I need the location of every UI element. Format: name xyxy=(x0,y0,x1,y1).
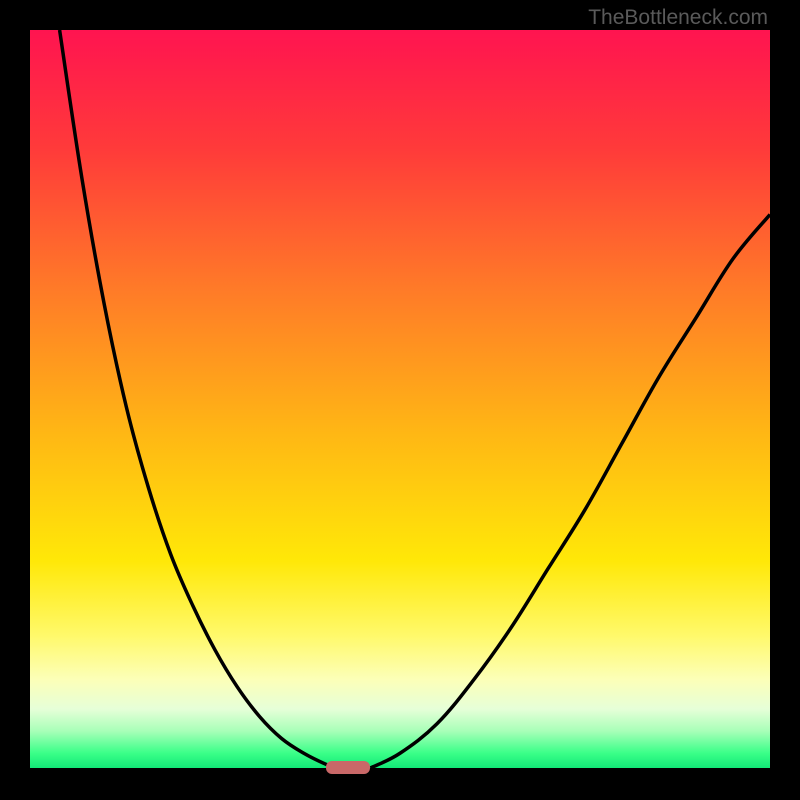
left-bottleneck-curve xyxy=(60,30,338,768)
chart-area xyxy=(30,30,770,768)
watermark-text: TheBottleneck.com xyxy=(588,6,768,30)
optimal-range-marker xyxy=(326,761,370,774)
curves-layer xyxy=(30,30,770,768)
right-bottleneck-curve xyxy=(370,215,770,769)
